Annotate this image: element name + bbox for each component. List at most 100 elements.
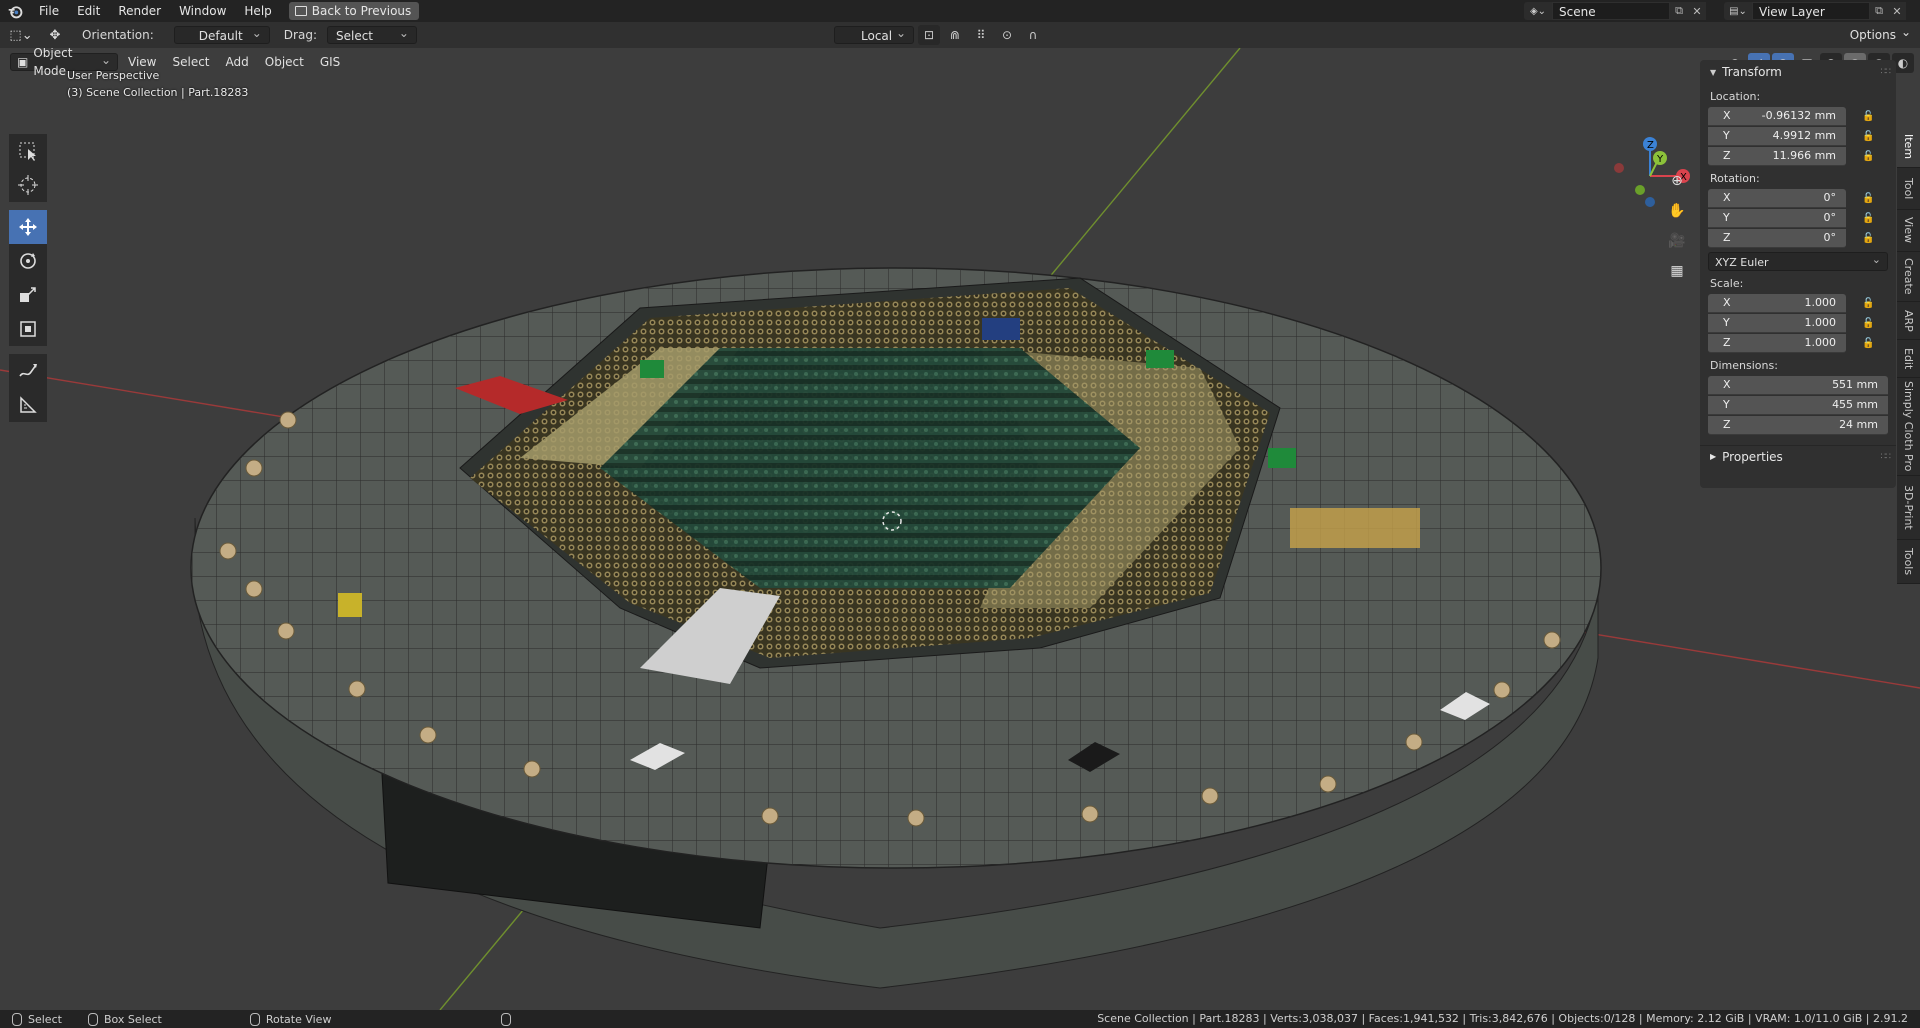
move-tool[interactable] [9,210,47,244]
scene-browse-icon[interactable]: ◈⌄ [1524,2,1552,20]
tab-create[interactable]: Create [1897,252,1920,302]
move-tool-icon: ✥ [49,27,61,43]
menu-render[interactable]: Render [109,0,170,22]
tab-edit[interactable]: Edit [1897,340,1920,378]
scene-remove-icon[interactable]: ✕ [1688,2,1706,20]
camera-view-icon[interactable]: 🎥 [1664,228,1690,254]
rotation-x-field[interactable]: X 0° [1708,188,1846,208]
location-z-field[interactable]: Z 11.966 mm [1708,146,1846,166]
tab-label: 3D-Print [1902,485,1915,530]
proportional-edit-icon[interactable]: ⊙ [996,25,1018,45]
tab-tools[interactable]: Tools [1897,540,1920,584]
viewport-menu-object[interactable]: Object [259,53,310,71]
tab-item[interactable]: Item [1897,126,1920,168]
drag-grip-icon[interactable]: ∷∷ [1881,67,1892,77]
scale-z-value: 1.000 [1804,336,1837,349]
scene-selector: ◈⌄ Scene ⧉ ✕ [1524,2,1706,20]
dimensions-z-field[interactable]: Z 24 mm [1708,415,1888,435]
transform-pivot-group: Local ⊡ ⋒ ⠿ ⊙ ∩ [834,24,1044,45]
scale-x-value: 1.000 [1804,296,1837,309]
measure-icon [20,396,37,413]
ortho-grid-icon[interactable]: ▦ [1664,258,1690,284]
drag-grip-icon[interactable]: ∷∷ [1881,452,1892,462]
properties-panel-header[interactable]: ▶ Properties ∷∷ [1700,445,1896,467]
lock-icon[interactable]: 🔓 [1862,130,1878,142]
cursor-tool[interactable] [9,168,47,202]
scale-y-field[interactable]: Y 1.000 [1708,313,1846,333]
drag-dropdown[interactable]: Select Box [326,24,417,61]
sidebar-tabs: Item Tool View Create ARP Edit Simply Cl… [1897,126,1920,584]
axis-label: Y [1723,211,1730,224]
pivot-point-icon[interactable]: ⊡ [918,25,940,45]
rotation-mode-dropdown[interactable]: XYZ Euler [1708,250,1888,271]
scale-x-field[interactable]: X 1.000 [1708,293,1846,313]
dimensions-x-field[interactable]: X 551 mm [1708,375,1888,395]
lock-icon[interactable]: 🔓 [1862,212,1878,224]
lock-icon[interactable]: 🔓 [1862,317,1878,329]
options-dropdown[interactable]: Options [1841,23,1916,44]
pan-hand-icon[interactable]: ✋ [1664,198,1690,224]
3d-viewport[interactable]: ▣ Object Mode View Select Add Object GIS… [0,48,1920,1010]
menu-window[interactable]: Window [170,0,235,22]
mouse-middle-icon [249,1012,260,1026]
scene-statistics: Scene Collection | Part.18283 | Verts:3,… [1097,1012,1908,1025]
axis-label: Z [1723,231,1731,244]
rotate-tool[interactable] [9,244,47,278]
view-layer-browse-icon[interactable]: ▤⌄ [1724,2,1752,20]
dimensions-y-field[interactable]: Y 455 mm [1708,395,1888,415]
orientation-dropdown[interactable]: Default [173,24,270,44]
tab-tool[interactable]: Tool [1897,168,1920,210]
rotation-z-field[interactable]: Z 0° [1708,228,1846,248]
scene-name-field[interactable]: Scene [1552,2,1670,20]
location-y-field[interactable]: Y 4.9912 mm [1708,126,1846,146]
tab-arp[interactable]: ARP [1897,302,1920,340]
back-to-previous-button[interactable]: Back to Previous [288,2,420,20]
view-layer-copy-icon[interactable]: ⧉ [1870,2,1888,20]
select-box-tool[interactable] [9,134,47,168]
menu-edit[interactable]: Edit [68,0,109,22]
tab-simply-cloth-pro[interactable]: Simply Cloth Pro [1897,378,1920,476]
viewport-menu-gis[interactable]: GIS [314,53,346,71]
transform-title: Transform [1722,65,1782,79]
transform-orientation-dropdown[interactable]: Local [834,24,914,44]
view-layer-name-field[interactable]: View Layer [1752,2,1870,20]
tool-settings-icon[interactable]: ⬚⌄ [8,25,34,45]
tab-label: View [1902,217,1915,244]
annotate-tool[interactable] [9,354,47,388]
snap-increment-icon[interactable]: ⠿ [970,25,992,45]
rotation-x-value: 0° [1823,191,1837,204]
rotation-mode-value: XYZ Euler [1715,256,1769,269]
transform-panel-header[interactable]: ▼ Transform ∷∷ [1700,60,1896,84]
tab-view[interactable]: View [1897,210,1920,252]
rotation-y-field[interactable]: Y 0° [1708,208,1846,228]
scale-tool[interactable] [9,278,47,312]
lock-icon[interactable]: 🔓 [1862,150,1878,162]
measure-tool[interactable] [9,388,47,422]
lock-icon[interactable]: 🔓 [1862,232,1878,244]
tab-3d-print[interactable]: 3D-Print [1897,476,1920,540]
location-x-field[interactable]: X -0.96132 mm [1708,106,1846,126]
menu-help[interactable]: Help [235,0,280,22]
status-select-hint: Select [12,1012,62,1026]
zoom-icon[interactable]: ⊕ [1664,168,1690,194]
properties-title: Properties [1722,449,1783,464]
lock-icon[interactable]: 🔓 [1862,337,1878,349]
transform-tool[interactable] [9,312,47,346]
axis-label: X [1723,109,1731,122]
options-label: Options [1849,28,1896,42]
menu-file[interactable]: File [30,0,68,22]
scale-z-field[interactable]: Z 1.000 [1708,333,1846,353]
tab-label: Tool [1902,177,1915,200]
viewport-menu-add[interactable]: Add [220,53,255,71]
view-layer-remove-icon[interactable]: ✕ [1888,2,1906,20]
axis-label: X [1723,296,1731,309]
lock-icon[interactable]: 🔓 [1862,192,1878,204]
falloff-curve-icon[interactable]: ∩ [1022,25,1044,45]
viewport-menu-select[interactable]: Select [166,53,215,71]
location-x-value: -0.96132 mm [1761,109,1836,122]
lock-icon[interactable]: 🔓 [1862,297,1878,309]
blender-logo-icon[interactable] [0,0,30,22]
scene-copy-icon[interactable]: ⧉ [1670,2,1688,20]
snap-magnet-icon[interactable]: ⋒ [944,25,966,45]
lock-icon[interactable]: 🔓 [1862,110,1878,122]
